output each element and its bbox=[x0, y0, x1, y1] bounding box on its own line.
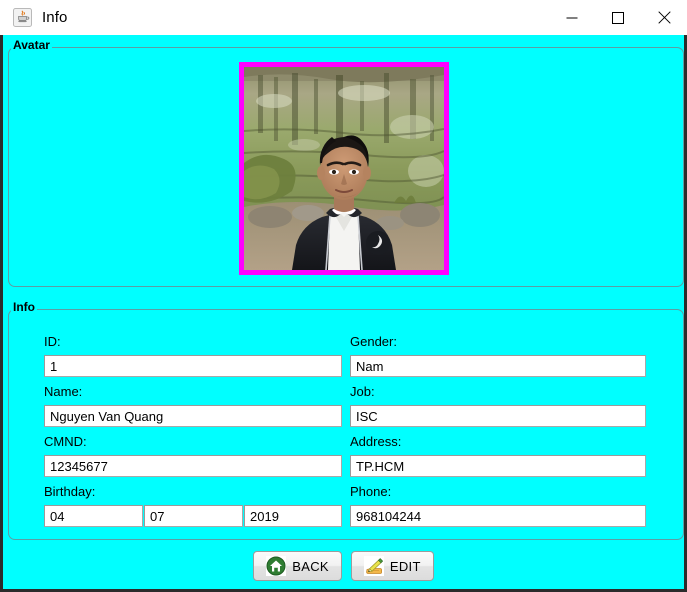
home-icon bbox=[266, 556, 287, 576]
id-label: ID: bbox=[44, 334, 61, 349]
window-title: Info bbox=[42, 9, 68, 26]
back-button[interactable]: BACK bbox=[253, 551, 342, 581]
job-input[interactable] bbox=[350, 405, 646, 427]
minimize-button[interactable] bbox=[549, 0, 595, 35]
gender-label: Gender: bbox=[350, 334, 397, 349]
close-button[interactable] bbox=[641, 0, 687, 35]
window-titlebar: Info bbox=[0, 0, 687, 35]
cmnd-input[interactable] bbox=[44, 455, 342, 477]
edit-button-label: EDIT bbox=[389, 558, 421, 574]
phone-input[interactable] bbox=[350, 505, 646, 527]
avatar-photo-image bbox=[244, 67, 444, 270]
pencil-edit-icon bbox=[363, 556, 384, 576]
avatar-photo bbox=[239, 62, 449, 275]
java-cup-icon bbox=[13, 8, 32, 27]
info-panel-title: Info bbox=[11, 300, 37, 314]
window-controls bbox=[549, 0, 687, 35]
job-label: Job: bbox=[350, 384, 375, 399]
birthday-month-input[interactable] bbox=[144, 505, 243, 527]
titlebar-left: Info bbox=[0, 8, 549, 27]
avatar-panel-title: Avatar bbox=[11, 38, 52, 52]
maximize-button[interactable] bbox=[595, 0, 641, 35]
address-label: Address: bbox=[350, 434, 402, 449]
info-window: Info Avatar Info ID: 1 Gender: Nam Name:… bbox=[0, 0, 687, 592]
cmnd-label: CMND: bbox=[44, 434, 87, 449]
id-input[interactable] bbox=[44, 355, 342, 377]
button-bar: BACK EDIT bbox=[3, 551, 684, 581]
name-label: Name: bbox=[44, 384, 83, 399]
birthday-year-input[interactable] bbox=[244, 505, 342, 527]
birthday-day-input[interactable] bbox=[44, 505, 143, 527]
name-input[interactable] bbox=[44, 405, 342, 427]
back-button-label: BACK bbox=[292, 558, 329, 574]
edit-button[interactable]: EDIT bbox=[350, 551, 434, 581]
birthday-label: Birthday: bbox=[44, 484, 96, 499]
gender-input[interactable] bbox=[350, 355, 646, 377]
address-input[interactable] bbox=[350, 455, 646, 477]
phone-label: Phone: bbox=[350, 484, 392, 499]
